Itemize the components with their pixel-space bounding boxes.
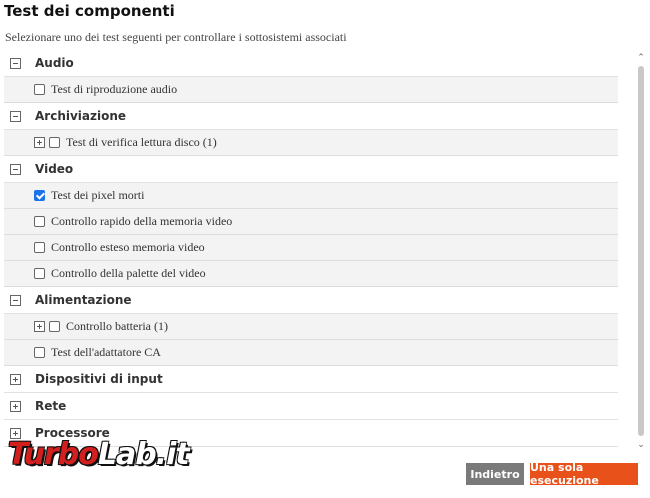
watermark-part: Lab.it [97,437,190,472]
test-label: Controllo esteso memoria video [51,240,205,254]
test-label: Test dei pixel morti [51,188,145,202]
group-label: Video [35,162,74,176]
page-subtitle: Selezionare uno dei test seguenti per co… [5,30,347,44]
checkbox[interactable] [34,84,45,95]
watermark-part: Turbo [8,437,99,472]
collapse-icon[interactable] [10,294,21,306]
expand-icon[interactable] [10,400,21,412]
group-label: Archiviazione [35,109,127,123]
test-item[interactable]: Test dell'adattatore CA [4,340,618,366]
group-label: Rete [35,399,67,413]
test-item[interactable]: Test dei pixel morti [4,183,618,209]
group-archiviazione[interactable]: Archiviazione [4,103,618,130]
group-label: Alimentazione [35,293,132,307]
scroll-thumb[interactable] [638,66,644,436]
test-item[interactable]: Test di verifica lettura disco (1) [4,130,618,156]
checkbox[interactable] [49,321,60,332]
chevron-up-icon[interactable]: ⌃ [637,54,645,63]
expand-icon[interactable] [34,321,45,332]
run-once-button[interactable]: Una sola esecuzione [530,461,638,487]
test-item[interactable]: Controllo batteria (1) [4,314,618,340]
checkbox[interactable] [34,268,45,279]
back-button[interactable]: Indietro [466,463,524,485]
group-label: Dispositivi di input [35,372,163,386]
collapse-icon[interactable] [10,110,21,122]
group-video[interactable]: Video [4,156,618,183]
group-alimentazione[interactable]: Alimentazione [4,287,618,314]
group-audio[interactable]: Audio [4,50,618,77]
group-label: Audio [35,56,74,70]
checkbox[interactable] [34,242,45,253]
checkbox[interactable] [49,137,60,148]
test-list: Audio Test di riproduzione audio Archivi… [4,50,618,454]
chevron-down-icon[interactable]: ⌄ [637,441,645,450]
expand-icon[interactable] [34,137,45,148]
scrollbar[interactable]: ⌃ ⌄ [636,54,646,450]
group-rete[interactable]: Rete [4,393,618,420]
collapse-icon[interactable] [10,163,21,175]
test-label: Controllo batteria (1) [66,319,168,333]
watermark-logo: TurboLab.it [8,437,190,472]
collapse-icon[interactable] [10,57,21,69]
test-item[interactable]: Controllo esteso memoria video [4,235,618,261]
checkbox-checked[interactable] [34,190,45,201]
test-label: Controllo della palette del video [51,266,206,280]
test-label: Controllo rapido della memoria video [51,214,233,228]
expand-icon[interactable] [10,373,21,385]
test-label: Test dell'adattatore CA [51,345,161,359]
checkbox[interactable] [34,347,45,358]
page-title: Test dei componenti [4,2,175,20]
test-item[interactable]: Controllo della palette del video [4,261,618,287]
test-item[interactable]: Test di riproduzione audio [4,77,618,103]
test-label: Test di verifica lettura disco (1) [66,135,217,149]
group-dispositivi-input[interactable]: Dispositivi di input [4,366,618,393]
checkbox[interactable] [34,216,45,227]
test-label: Test di riproduzione audio [51,82,178,96]
test-item[interactable]: Controllo rapido della memoria video [4,209,618,235]
